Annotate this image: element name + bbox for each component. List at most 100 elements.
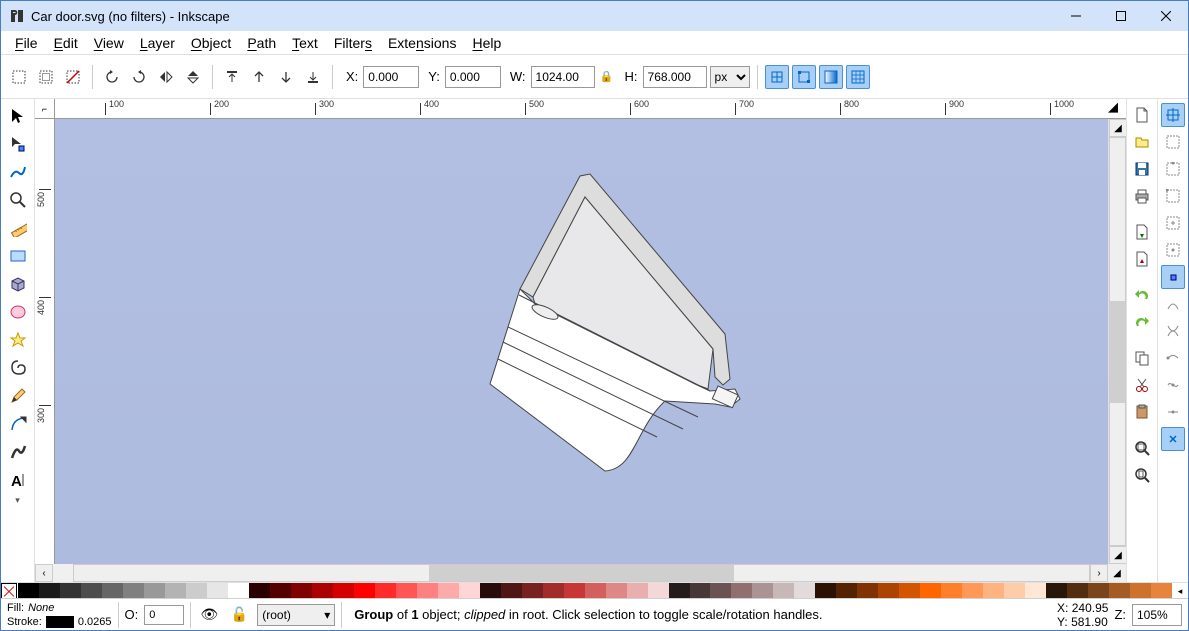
car-door-object[interactable] <box>435 169 755 479</box>
color-swatch[interactable] <box>1130 583 1151 598</box>
ellipse-tool[interactable] <box>5 299 31 325</box>
snap-bbox-mid-button[interactable] <box>1161 211 1185 235</box>
h-input[interactable] <box>643 66 707 88</box>
snap-others-button[interactable] <box>1161 427 1185 451</box>
fill-value[interactable]: None <box>28 601 54 615</box>
color-swatch[interactable] <box>648 583 669 598</box>
menu-object[interactable]: Object <box>183 33 239 53</box>
minimize-button[interactable] <box>1053 1 1098 31</box>
snap-enable-button[interactable] <box>1161 103 1185 127</box>
color-swatch[interactable] <box>522 583 543 598</box>
select-layer-button[interactable] <box>34 65 58 89</box>
layer-lock-button[interactable]: 🔓 <box>227 603 251 627</box>
color-swatch[interactable] <box>375 583 396 598</box>
color-swatch[interactable] <box>731 583 752 598</box>
color-swatch[interactable] <box>354 583 375 598</box>
color-swatch[interactable] <box>102 583 123 598</box>
color-swatch[interactable] <box>123 583 144 598</box>
color-swatch[interactable] <box>501 583 522 598</box>
stroke-width-value[interactable]: 0.0265 <box>78 615 112 629</box>
palette-scroll-button[interactable]: ◂ <box>1172 583 1188 598</box>
menu-filters[interactable]: Filters <box>326 33 380 53</box>
color-swatch[interactable] <box>333 583 354 598</box>
color-swatch[interactable] <box>564 583 585 598</box>
zoom-page-button[interactable] <box>1130 463 1154 487</box>
move-gradients-button[interactable] <box>819 65 843 89</box>
color-swatch[interactable] <box>627 583 648 598</box>
color-swatch[interactable] <box>60 583 81 598</box>
color-swatch[interactable] <box>606 583 627 598</box>
ruler-origin[interactable]: ⌐ <box>35 99 55 119</box>
scroll-up-button[interactable]: ◢ <box>1109 119 1127 137</box>
spiral-tool[interactable] <box>5 355 31 381</box>
close-button[interactable] <box>1143 1 1188 31</box>
color-swatch[interactable] <box>773 583 794 598</box>
layer-select[interactable]: (root)▾ <box>257 604 335 626</box>
color-swatch[interactable] <box>81 583 102 598</box>
color-swatch[interactable] <box>690 583 711 598</box>
color-swatch[interactable] <box>270 583 291 598</box>
new-doc-button[interactable] <box>1130 103 1154 127</box>
cube-tool[interactable] <box>5 271 31 297</box>
color-swatch[interactable] <box>1046 583 1067 598</box>
tweak-tool[interactable] <box>5 159 31 185</box>
color-swatch[interactable] <box>878 583 899 598</box>
w-input[interactable] <box>531 66 595 88</box>
y-input[interactable] <box>445 66 501 88</box>
color-swatch[interactable] <box>836 583 857 598</box>
snap-bbox-edge-button[interactable] <box>1161 157 1185 181</box>
import-button[interactable] <box>1130 220 1154 244</box>
menu-file[interactable]: File <box>7 33 46 53</box>
undo-button[interactable] <box>1130 283 1154 307</box>
snap-bbox-center-button[interactable] <box>1161 238 1185 262</box>
scroll-v-track[interactable] <box>1109 137 1126 546</box>
ruler-vertical[interactable]: 500400300 <box>35 119 55 564</box>
menu-text[interactable]: Text <box>284 33 326 53</box>
color-swatch[interactable] <box>186 583 207 598</box>
color-swatch[interactable] <box>669 583 690 598</box>
menu-help[interactable]: Help <box>464 33 509 53</box>
snap-bbox-corner-button[interactable] <box>1161 184 1185 208</box>
color-swatch[interactable] <box>480 583 501 598</box>
rotate-ccw-button[interactable] <box>100 65 124 89</box>
color-swatch[interactable] <box>752 583 773 598</box>
color-swatch[interactable] <box>417 583 438 598</box>
measure-tool[interactable] <box>5 215 31 241</box>
color-swatch[interactable] <box>1025 583 1046 598</box>
color-swatch[interactable] <box>1067 583 1088 598</box>
scroll-right-button[interactable]: › <box>1090 564 1108 582</box>
color-swatch[interactable] <box>438 583 459 598</box>
color-swatch[interactable] <box>228 583 249 598</box>
color-swatch[interactable] <box>39 583 60 598</box>
maximize-button[interactable] <box>1098 1 1143 31</box>
color-swatch[interactable] <box>1109 583 1130 598</box>
color-swatch[interactable] <box>543 583 564 598</box>
units-select[interactable]: px <box>710 66 750 88</box>
zoom-fit-button[interactable] <box>1130 436 1154 460</box>
deselect-button[interactable] <box>61 65 85 89</box>
menu-path[interactable]: Path <box>239 33 284 53</box>
layer-visibility-button[interactable]: 👁 <box>197 603 221 627</box>
opacity-input[interactable] <box>144 605 184 625</box>
color-swatch[interactable] <box>962 583 983 598</box>
snap-path-button[interactable] <box>1161 292 1185 316</box>
color-swatch[interactable] <box>249 583 270 598</box>
menu-extensions[interactable]: Extensions <box>380 33 465 53</box>
lower-button[interactable] <box>274 65 298 89</box>
snap-midpoint-button[interactable] <box>1161 400 1185 424</box>
color-swatch[interactable] <box>1151 583 1172 598</box>
color-swatch[interactable] <box>941 583 962 598</box>
print-button[interactable] <box>1130 184 1154 208</box>
canvas[interactable] <box>55 119 1108 564</box>
color-swatch[interactable] <box>983 583 1004 598</box>
redo-button[interactable] <box>1130 310 1154 334</box>
bezier-tool[interactable] <box>5 411 31 437</box>
rotate-cw-button[interactable] <box>127 65 151 89</box>
scrollbar-horizontal[interactable]: ‹ › ◢ <box>35 564 1126 582</box>
fill-stroke-indicator[interactable]: Fill: None Stroke: 0.0265 <box>7 601 112 629</box>
snap-bbox-button[interactable] <box>1161 130 1185 154</box>
ruler-end-icon[interactable]: ◢ <box>1108 99 1126 119</box>
save-button[interactable] <box>1130 157 1154 181</box>
color-swatch[interactable] <box>207 583 228 598</box>
move-scale-stroke-button[interactable] <box>765 65 789 89</box>
